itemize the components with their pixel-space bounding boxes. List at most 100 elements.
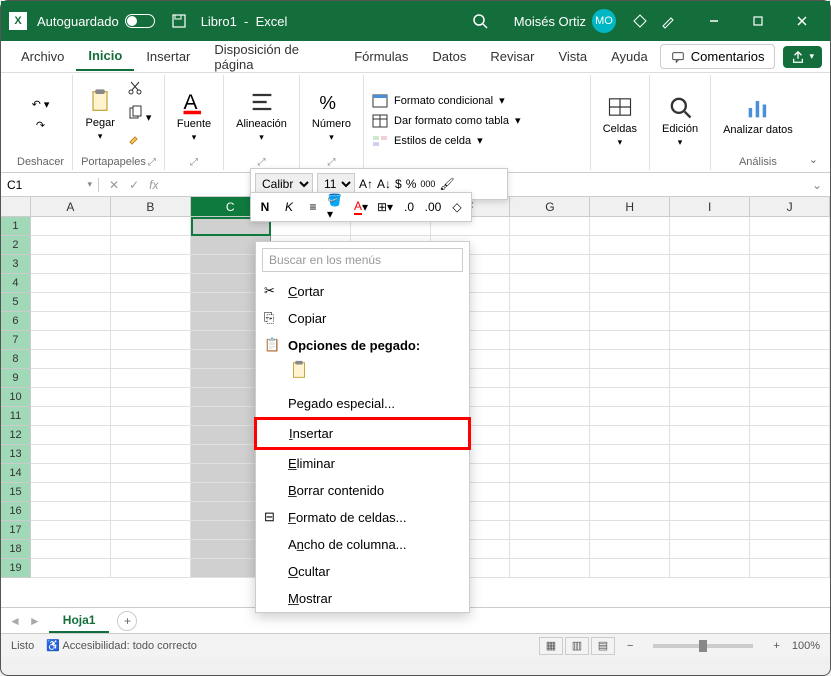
- cell[interactable]: [590, 236, 670, 255]
- cell[interactable]: [670, 217, 750, 236]
- row-header[interactable]: 7: [1, 331, 31, 350]
- tab-disposicion[interactable]: Disposición de página: [202, 36, 342, 78]
- cell[interactable]: [670, 255, 750, 274]
- font-color-icon[interactable]: A▾: [351, 197, 371, 217]
- fx-icon[interactable]: fx: [149, 178, 158, 192]
- cell[interactable]: [750, 407, 830, 426]
- cell[interactable]: [111, 350, 191, 369]
- cell[interactable]: [750, 540, 830, 559]
- cell[interactable]: [750, 255, 830, 274]
- font-button[interactable]: A Fuente ▾: [173, 86, 215, 145]
- format-painter-icon[interactable]: [127, 130, 152, 149]
- row-header[interactable]: 2: [1, 236, 31, 255]
- row-header[interactable]: 17: [1, 521, 31, 540]
- tab-revisar[interactable]: Revisar: [478, 43, 546, 70]
- view-page-layout-icon[interactable]: ▥: [565, 637, 589, 655]
- row-header[interactable]: 19: [1, 559, 31, 578]
- cell[interactable]: [510, 540, 590, 559]
- row-header[interactable]: 3: [1, 255, 31, 274]
- cell[interactable]: [111, 464, 191, 483]
- cell[interactable]: [510, 293, 590, 312]
- cell[interactable]: [31, 293, 111, 312]
- tab-insertar[interactable]: Insertar: [134, 43, 202, 70]
- cell[interactable]: [750, 236, 830, 255]
- cell[interactable]: [510, 502, 590, 521]
- status-accessibility[interactable]: ♿ Accesibilidad: todo correcto: [46, 639, 197, 652]
- cell[interactable]: [590, 540, 670, 559]
- ctx-show[interactable]: Mostrar: [256, 585, 469, 612]
- cell[interactable]: [510, 236, 590, 255]
- cell[interactable]: [590, 312, 670, 331]
- cell[interactable]: [510, 312, 590, 331]
- cell[interactable]: [750, 331, 830, 350]
- cell[interactable]: [510, 445, 590, 464]
- cell[interactable]: [31, 312, 111, 331]
- diamond-icon[interactable]: [626, 7, 654, 35]
- cell[interactable]: [31, 236, 111, 255]
- ctx-hide[interactable]: Ocultar: [256, 558, 469, 585]
- row-header[interactable]: 18: [1, 540, 31, 559]
- cell[interactable]: [111, 236, 191, 255]
- tab-archivo[interactable]: Archivo: [9, 43, 76, 70]
- tab-datos[interactable]: Datos: [420, 43, 478, 70]
- row-header[interactable]: 13: [1, 445, 31, 464]
- sheet-nav-prev-icon[interactable]: ◄: [9, 614, 21, 628]
- cell[interactable]: [31, 217, 111, 236]
- cell[interactable]: [750, 388, 830, 407]
- cell[interactable]: [590, 426, 670, 445]
- cell[interactable]: [670, 350, 750, 369]
- share-button[interactable]: ▾: [783, 46, 822, 68]
- cell[interactable]: [111, 540, 191, 559]
- row-header[interactable]: 1: [1, 217, 31, 236]
- cell[interactable]: [590, 293, 670, 312]
- row-header[interactable]: 15: [1, 483, 31, 502]
- cell[interactable]: [510, 407, 590, 426]
- cell[interactable]: [750, 350, 830, 369]
- cell[interactable]: [590, 464, 670, 483]
- cell[interactable]: [111, 312, 191, 331]
- autosave-toggle[interactable]: Autoguardado: [37, 14, 155, 29]
- cell[interactable]: [31, 388, 111, 407]
- italic-icon[interactable]: K: [279, 197, 299, 217]
- add-sheet-button[interactable]: +: [117, 611, 137, 631]
- maximize-button[interactable]: [738, 5, 778, 37]
- cell[interactable]: [111, 407, 191, 426]
- cell[interactable]: [590, 255, 670, 274]
- cell[interactable]: [750, 445, 830, 464]
- ctx-copy[interactable]: ⎘Copiar: [256, 305, 469, 332]
- cell[interactable]: [510, 350, 590, 369]
- cell[interactable]: [31, 350, 111, 369]
- clipboard-launcher[interactable]: ⤢: [148, 157, 156, 168]
- cell[interactable]: [111, 559, 191, 578]
- cell[interactable]: [31, 502, 111, 521]
- decrease-font-icon[interactable]: A↓: [377, 174, 391, 194]
- cell[interactable]: [510, 369, 590, 388]
- zoom-value[interactable]: 100%: [792, 640, 820, 652]
- ctx-delete[interactable]: Eliminar: [256, 450, 469, 477]
- cell[interactable]: [111, 217, 191, 236]
- cell[interactable]: [31, 426, 111, 445]
- cell[interactable]: [510, 521, 590, 540]
- cell[interactable]: [590, 521, 670, 540]
- font-launcher[interactable]: ⤢: [190, 157, 198, 168]
- cell[interactable]: [31, 483, 111, 502]
- cell[interactable]: [111, 445, 191, 464]
- cell[interactable]: [510, 255, 590, 274]
- cell-styles-button[interactable]: Estilos de celda ▾: [372, 133, 483, 149]
- sheet-tab-hoja1[interactable]: Hoja1: [49, 609, 110, 633]
- cell[interactable]: [510, 331, 590, 350]
- cell[interactable]: [590, 502, 670, 521]
- tab-ayuda[interactable]: Ayuda: [599, 43, 660, 70]
- paste-button[interactable]: Pegar ▾: [82, 85, 119, 144]
- bold-icon[interactable]: N: [255, 197, 275, 217]
- cell[interactable]: [670, 445, 750, 464]
- col-header-a[interactable]: A: [31, 197, 111, 216]
- cell[interactable]: [750, 502, 830, 521]
- cell[interactable]: [670, 540, 750, 559]
- cell[interactable]: [590, 407, 670, 426]
- ctx-col-width[interactable]: Ancho de columna...: [256, 531, 469, 558]
- row-header[interactable]: 16: [1, 502, 31, 521]
- cell[interactable]: [750, 464, 830, 483]
- cell[interactable]: [670, 407, 750, 426]
- cell[interactable]: [111, 426, 191, 445]
